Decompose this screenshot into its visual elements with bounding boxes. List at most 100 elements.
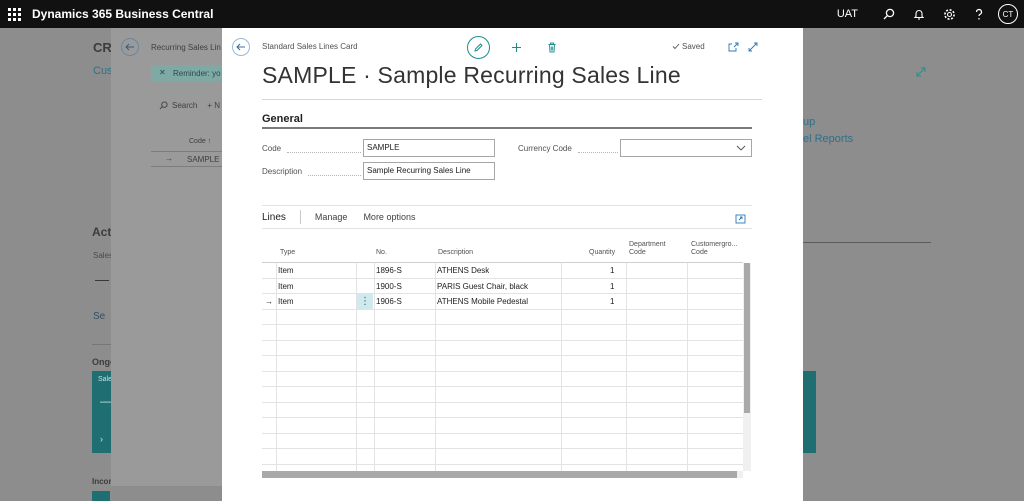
horizontal-scroll-thumb[interactable] xyxy=(262,471,737,478)
open-in-new-window-icon xyxy=(728,42,738,52)
general-section-header[interactable]: General xyxy=(262,113,303,125)
top-bar: Dynamics 365 Business Central UAT CT xyxy=(0,0,1024,28)
mid-search: Search + N xyxy=(159,101,220,110)
current-row-arrow-icon: → xyxy=(265,297,273,306)
empty-row[interactable] xyxy=(262,449,743,465)
recurring-sales-lines-page: Recurring Sales Lin ✕ Reminder: yo Searc… xyxy=(111,28,231,486)
empty-row[interactable] xyxy=(262,387,743,403)
checkmark-icon xyxy=(672,43,680,50)
lines-grid: Type No. Description Quantity Department… xyxy=(262,240,752,478)
gear-icon[interactable] xyxy=(934,0,964,28)
cell-description[interactable]: ATHENS Mobile Pedestal xyxy=(437,294,528,309)
cell-no[interactable]: 1906-S xyxy=(376,294,402,309)
lines-separator xyxy=(299,210,301,224)
description-label: Description xyxy=(262,167,303,176)
currency-code-select[interactable] xyxy=(620,139,752,157)
breadcrumb: Standard Sales Lines Card xyxy=(262,42,358,51)
bell-icon[interactable] xyxy=(904,0,934,28)
currency-leader xyxy=(578,152,618,153)
mid-breadcrumb: Recurring Sales Lin xyxy=(151,43,221,52)
trash-icon xyxy=(548,42,556,52)
code-leader xyxy=(287,152,361,153)
code-label: Code xyxy=(262,144,282,153)
lines-title[interactable]: Lines xyxy=(262,212,286,223)
empty-row[interactable] xyxy=(262,372,743,387)
bg-page-code: CR xyxy=(93,40,112,55)
pencil-icon xyxy=(474,43,483,52)
empty-row[interactable] xyxy=(262,403,743,418)
saved-label: Saved xyxy=(682,42,705,51)
lines-top-divider xyxy=(262,205,752,206)
row-actions-kebab-icon[interactable]: ⋮ xyxy=(357,294,373,309)
edit-button[interactable] xyxy=(467,36,490,59)
bg-right-link-1: up xyxy=(803,116,816,128)
bg-dash: — xyxy=(95,271,109,287)
open-new-window-button[interactable] xyxy=(723,37,743,57)
plus-icon xyxy=(511,42,521,52)
cell-type[interactable]: Item xyxy=(278,279,294,294)
delete-button[interactable] xyxy=(542,37,562,57)
lines-expand-icon[interactable] xyxy=(735,211,747,224)
code-field[interactable]: SAMPLE xyxy=(363,139,495,157)
bg-right-divider xyxy=(803,242,931,243)
expand-button[interactable] xyxy=(743,37,763,57)
description-leader xyxy=(308,175,361,176)
manage-menu[interactable]: Manage xyxy=(315,212,348,222)
cell-description[interactable]: PARIS Guest Chair, black xyxy=(437,279,528,294)
cell-type[interactable]: Item xyxy=(278,263,294,278)
table-row-current[interactable]: → Item ⋮ 1906-S ATHENS Mobile Pedestal 1 xyxy=(262,294,743,310)
horizontal-scrollbar[interactable] xyxy=(262,471,743,478)
empty-row[interactable] xyxy=(262,325,743,341)
app-launcher-button[interactable] xyxy=(0,0,28,28)
app-title[interactable]: Dynamics 365 Business Central xyxy=(32,7,213,21)
more-options-menu[interactable]: More options xyxy=(363,212,415,222)
cell-no[interactable]: 1896-S xyxy=(376,263,402,278)
lines-toolbar: Lines Manage More options xyxy=(262,210,431,224)
table-row[interactable]: Item 1900-S PARIS Guest Chair, black 1 xyxy=(262,279,743,294)
empty-row[interactable] xyxy=(262,434,743,449)
mid-row: → SAMPLE xyxy=(151,151,231,167)
empty-row[interactable] xyxy=(262,418,743,434)
cell-quantity[interactable]: 1 xyxy=(610,279,614,294)
cell-no[interactable]: 1900-S xyxy=(376,279,402,294)
cell-quantity[interactable]: 1 xyxy=(610,263,614,278)
bg-income-heading: Incor xyxy=(92,477,112,486)
search-icon[interactable] xyxy=(874,0,904,28)
col-header-customer-group-code[interactable]: Customergro... Code xyxy=(691,241,737,263)
empty-row[interactable] xyxy=(262,341,743,356)
cell-quantity[interactable]: 1 xyxy=(610,294,614,309)
bg-sales-label: Sales xyxy=(93,251,114,260)
currency-code-label: Currency Code xyxy=(518,144,572,153)
avatar[interactable]: CT xyxy=(998,4,1018,24)
new-button[interactable] xyxy=(506,37,526,57)
cell-description[interactable]: ATHENS Desk xyxy=(437,263,489,278)
title-divider xyxy=(262,99,762,100)
col-header-department-code[interactable]: Department Code xyxy=(629,241,666,263)
chevron-down-icon xyxy=(736,145,746,151)
bg-right-tile xyxy=(803,371,816,453)
empty-row[interactable] xyxy=(262,356,743,372)
environment-label: UAT xyxy=(836,8,858,20)
arrow-left-icon xyxy=(236,43,245,51)
standard-sales-lines-card: Standard Sales Lines Card Saved SAMPLE ·… xyxy=(222,28,803,501)
lines-bottom-divider xyxy=(262,228,752,229)
bg-right-link-2: el Reports xyxy=(803,133,854,145)
waffle-icon xyxy=(7,7,21,21)
empty-row[interactable] xyxy=(262,310,743,325)
table-row[interactable]: Item 1896-S ATHENS Desk 1 xyxy=(262,263,743,279)
vertical-scroll-thumb[interactable] xyxy=(744,263,750,413)
page-title: SAMPLE · Sample Recurring Sales Line xyxy=(262,62,681,88)
bg-income-tile xyxy=(92,491,110,501)
vertical-scrollbar[interactable] xyxy=(743,263,751,471)
back-button[interactable] xyxy=(232,38,250,56)
help-icon[interactable] xyxy=(964,0,994,28)
expand-icon xyxy=(748,42,758,52)
saved-status: Saved xyxy=(672,42,705,51)
mid-back-icon xyxy=(121,38,139,56)
description-field[interactable]: Sample Recurring Sales Line xyxy=(363,162,495,180)
top-bar-actions: UAT CT xyxy=(837,0,1018,28)
general-section-divider xyxy=(262,127,752,129)
cell-type[interactable]: Item xyxy=(278,294,294,309)
mid-reminder-banner: ✕ Reminder: yo xyxy=(151,65,231,81)
mid-code-header: Code ↑ xyxy=(189,138,212,145)
